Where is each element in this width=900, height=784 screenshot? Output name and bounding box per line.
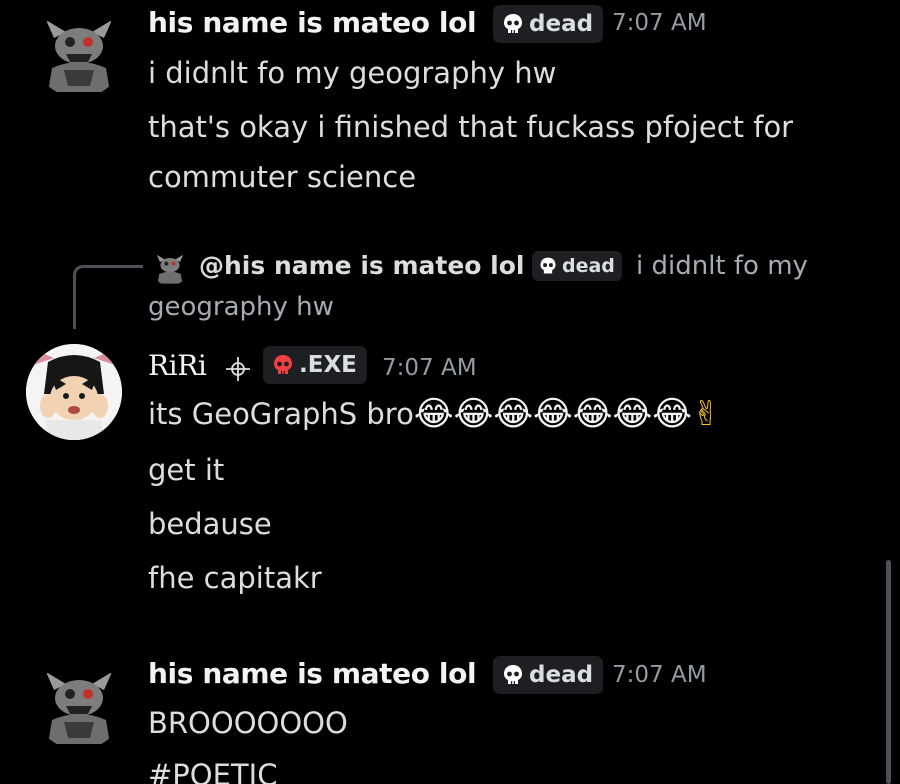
skull-icon: [504, 14, 522, 33]
reply-connector: [73, 265, 143, 329]
joy-emoji[interactable]: 😂: [414, 394, 454, 434]
emoji-row: 😂 😂 😂 😂 😂 😂 😂 ✌: [414, 394, 721, 434]
joy-emoji[interactable]: 😂: [652, 394, 692, 434]
joy-emoji[interactable]: 😂: [573, 394, 613, 434]
message-line: commuter science: [148, 160, 417, 194]
message-timestamp: 7:07 AM: [612, 662, 707, 688]
skull-icon: [504, 665, 522, 684]
role-tag-label: dead: [529, 662, 594, 688]
role-tag-label: .EXE: [299, 352, 357, 378]
joy-emoji[interactable]: 😂: [493, 394, 533, 434]
message-line: fhe capitakr: [148, 561, 322, 595]
skull-icon: [540, 257, 556, 274]
reply-preview-text-continued[interactable]: geography hw: [148, 292, 334, 322]
message-line: i didnlt fo my geography hw: [148, 56, 557, 90]
message-line: get it: [148, 453, 225, 487]
message-author[interactable]: RiRi: [148, 349, 207, 382]
message-line: its GeoGraphS bro: [148, 397, 414, 431]
message-line: #POETIC: [148, 758, 278, 784]
reply-role-tag[interactable]: dead: [532, 251, 622, 281]
message-line: that's okay i finished that fuckass pfoj…: [148, 110, 794, 144]
crosshair-icon: [225, 356, 251, 382]
skull-icon: [274, 355, 292, 374]
joy-emoji[interactable]: 😂: [454, 394, 494, 434]
victory-hand-emoji[interactable]: ✌: [692, 394, 721, 434]
avatar-mateo[interactable]: [34, 660, 124, 750]
message-timestamp: 7:07 AM: [612, 10, 707, 36]
joy-emoji[interactable]: 😂: [613, 394, 653, 434]
avatar-riri[interactable]: [26, 344, 122, 440]
message-author[interactable]: his name is mateo lol: [148, 657, 477, 690]
message-timestamp: 7:07 AM: [382, 355, 477, 381]
message-line-with-emoji: its GeoGraphS bro 😂 😂 😂 😂 😂 😂 😂 ✌: [148, 394, 720, 434]
scrollbar-thumb[interactable]: [886, 560, 891, 784]
role-tag[interactable]: dead: [493, 5, 604, 43]
message-author[interactable]: his name is mateo lol: [148, 6, 477, 39]
reply-avatar[interactable]: [152, 250, 188, 286]
message-line: bedause: [148, 507, 272, 541]
reply-preview-text[interactable]: i didnlt fo my: [636, 251, 808, 281]
avatar-mateo[interactable]: [34, 8, 124, 98]
role-tag-label: dead: [529, 11, 594, 37]
message-line: BROOOOOOO: [148, 706, 348, 740]
reply-role-tag-label: dead: [562, 255, 615, 277]
role-tag[interactable]: .EXE: [263, 346, 367, 384]
reply-author[interactable]: @his name is mateo lol: [199, 251, 525, 280]
role-tag[interactable]: dead: [493, 656, 604, 694]
joy-emoji[interactable]: 😂: [533, 394, 573, 434]
